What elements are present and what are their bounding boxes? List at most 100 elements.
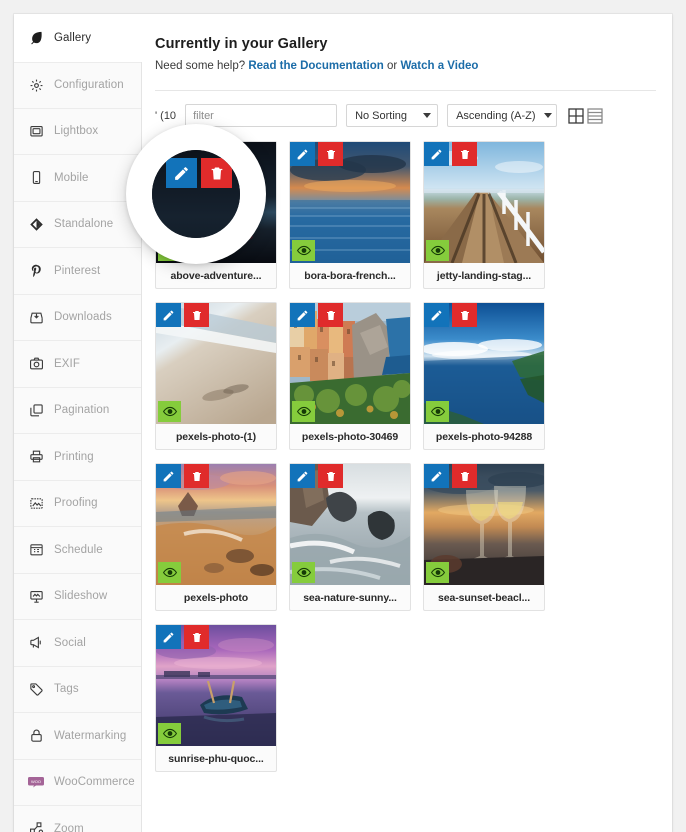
thumbnail[interactable] [156,464,276,585]
visibility-toggle[interactable] [292,240,315,261]
gallery-toolbar: ' (10 No Sorting Ascending (A-Z) [155,90,656,127]
item-caption: pexels-photo-94288 [435,430,533,443]
help-prefix: Need some help? [155,60,249,72]
magnified-edit-button[interactable] [166,158,197,188]
delete-button[interactable] [452,142,477,166]
edit-button[interactable] [156,464,181,488]
sidebar-item-social-label: Social [54,636,86,649]
visibility-toggle[interactable] [426,240,449,261]
sidebar-item-watermarking[interactable]: Watermarking [14,713,141,760]
sidebar-item-standalone[interactable]: Standalone [14,202,141,248]
sidebar-item-exif[interactable]: EXIF [14,341,141,388]
edit-button[interactable] [156,625,181,649]
thumbnail[interactable] [156,303,276,424]
item-caption: sea-sunset-beacl... [437,591,531,604]
gallery-item[interactable]: bora-bora-french... [289,141,411,289]
sidebar-item-proofing[interactable]: Proofing [14,481,141,527]
sidebar-item-tags[interactable]: Tags [14,667,141,713]
item-caption: pexels-photo [183,591,249,604]
gallery-item[interactable]: sunrise-phu-quoc... [155,624,277,772]
delete-button[interactable] [184,303,209,327]
sidebar-item-pagination[interactable]: Pagination [14,388,141,434]
sidebar: Gallery Configuration Lightbox Mobile St… [14,14,142,832]
chevron-down-icon [423,113,432,118]
gallery-item[interactable]: sea-sunset-beacl... [423,463,545,611]
sidebar-item-woocommerce[interactable]: WOO WooCommerce [14,760,141,806]
sidebar-item-printing-label: Printing [54,450,94,463]
gallery-item[interactable]: pexels-photo-94288 [423,302,545,450]
magnified-delete-button[interactable] [201,158,232,188]
visibility-toggle[interactable] [426,401,449,422]
sidebar-item-mobile-label: Mobile [54,171,89,184]
lock-icon [27,727,45,745]
camera-icon [27,355,45,373]
sidebar-item-proofing-label: Proofing [54,497,98,510]
edit-button[interactable] [290,464,315,488]
filter-input[interactable] [185,104,338,127]
gallery-item[interactable]: pexels-photo [155,463,277,611]
visibility-toggle[interactable] [292,401,315,422]
list-view-icon[interactable] [587,107,603,124]
visibility-toggle[interactable] [158,723,181,744]
edit-button[interactable] [290,303,315,327]
delete-button[interactable] [318,464,343,488]
calendar-icon [27,541,45,559]
sidebar-item-slideshow[interactable]: Slideshow [14,574,141,620]
watch-video-link[interactable]: Watch a Video [400,60,478,72]
delete-button[interactable] [452,464,477,488]
edit-button[interactable] [156,303,181,327]
item-caption: pexels-photo-(1) [175,430,257,443]
delete-button[interactable] [318,142,343,166]
sidebar-item-zoom[interactable]: Zoom [14,806,141,832]
item-caption: bora-bora-french... [304,269,396,282]
order-select[interactable]: Ascending (A-Z) [447,104,558,127]
sidebar-item-pinterest[interactable]: Pinterest [14,248,141,295]
thumbnail[interactable] [290,142,410,263]
slideshow-icon [27,587,45,605]
thumbnail[interactable] [424,303,544,424]
sidebar-item-schedule[interactable]: Schedule [14,527,141,574]
grid-view-icon[interactable] [568,107,584,124]
visibility-toggle[interactable] [292,562,315,583]
documentation-link[interactable]: Read the Documentation [248,60,383,72]
gallery-item[interactable]: pexels-photo-30469 [289,302,411,450]
gallery-item[interactable]: pexels-photo-(1) [155,302,277,450]
edit-button[interactable] [424,464,449,488]
sidebar-item-watermarking-label: Watermarking [54,729,127,742]
tag-icon [27,680,45,698]
thumbnail[interactable] [156,625,276,746]
sidebar-item-exif-label: EXIF [54,357,80,370]
sidebar-item-pinterest-label: Pinterest [54,264,101,277]
sidebar-item-configuration[interactable]: Configuration [14,62,141,109]
visibility-toggle[interactable] [158,562,181,583]
sidebar-item-lightbox[interactable]: Lightbox [14,109,141,155]
sidebar-item-mobile[interactable]: Mobile [14,155,141,202]
sort-select[interactable]: No Sorting [346,104,439,127]
visibility-toggle[interactable] [426,562,449,583]
thumbnail[interactable] [290,303,410,424]
sidebar-item-lightbox-label: Lightbox [54,125,99,138]
gallery-item[interactable]: sea-nature-sunny... [289,463,411,611]
edit-button[interactable] [424,303,449,327]
leaf-icon [27,29,45,47]
gear-icon [27,76,45,94]
edit-button[interactable] [290,142,315,166]
thumbnail[interactable] [290,464,410,585]
sidebar-item-downloads[interactable]: Downloads [14,295,141,341]
delete-button[interactable] [184,464,209,488]
sidebar-item-printing[interactable]: Printing [14,434,141,481]
delete-button[interactable] [452,303,477,327]
thumbnail[interactable] [424,464,544,585]
sidebar-item-woocommerce-label: WooCommerce [54,776,135,789]
delete-button[interactable] [318,303,343,327]
sidebar-item-social[interactable]: Social [14,620,141,667]
delete-button[interactable] [184,625,209,649]
help-separator: or [383,60,401,72]
download-inbox-icon [27,308,45,326]
gallery-item[interactable]: jetty-landing-stag... [423,141,545,289]
item-caption: pexels-photo-30469 [301,430,399,443]
visibility-toggle[interactable] [158,401,181,422]
edit-button[interactable] [424,142,449,166]
thumbnail[interactable] [424,142,544,263]
sidebar-item-gallery[interactable]: Gallery [14,14,142,62]
